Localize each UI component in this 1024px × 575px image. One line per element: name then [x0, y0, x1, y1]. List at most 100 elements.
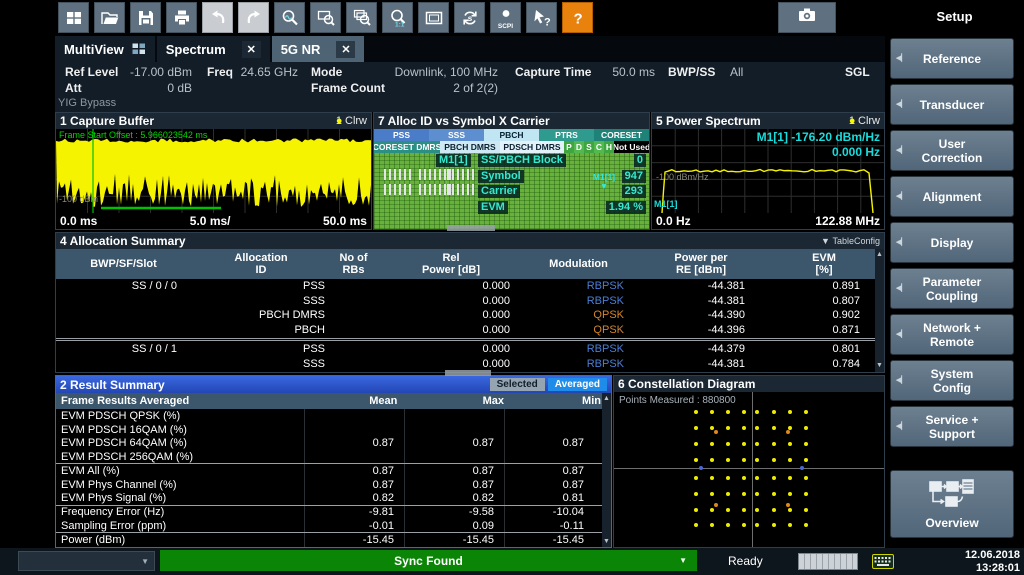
- windows-icon: [64, 8, 84, 28]
- result-row[interactable]: EVM PDSCH QPSK (%): [56, 409, 611, 423]
- overview-button[interactable]: Overview: [890, 470, 1014, 538]
- screenshot-button[interactable]: [778, 2, 836, 33]
- constellation-point: [714, 503, 718, 507]
- alloc-legend-row2: CORESET DMRSPBCH DMRSPDSCH DMRSPDSCHNot …: [374, 141, 649, 153]
- toolbar-sync-button[interactable]: s: [454, 2, 485, 33]
- alloc-row[interactable]: PBCH DMRS0.000QPSK-44.3900.902: [56, 308, 884, 323]
- alloc-map-grid[interactable]: M1[1]SS/PBCH Block0Symbol947Carrier293EV…: [374, 153, 649, 229]
- capture-time-value[interactable]: 50.0 ms: [600, 65, 655, 79]
- tab-spectrum[interactable]: Spectrum✕: [157, 36, 270, 62]
- softkey-label: Service +Support: [925, 413, 978, 441]
- v-scrollbar[interactable]: [602, 393, 611, 547]
- alloc-row[interactable]: SSS0.000RBPSK-44.3810.784: [56, 357, 884, 372]
- result-row[interactable]: EVM PDSCH 64QAM (%)0.870.870.87: [56, 437, 611, 451]
- zoom-selection-icon: [316, 8, 336, 28]
- freq-value[interactable]: 24.65 GHz: [233, 65, 298, 79]
- alloc-map-window[interactable]: 7 Alloc ID vs Symbol X Carrier PSSSSSPBC…: [373, 112, 650, 230]
- allocation-block: [447, 169, 476, 180]
- constellation-point: [772, 442, 776, 446]
- result-summary-title: 2 Result Summary SelectedAveraged: [56, 376, 611, 393]
- result-row[interactable]: Sampling Error (ppm)-0.010.09-0.11: [56, 519, 611, 533]
- h-scrollbar-thumb[interactable]: [447, 225, 495, 231]
- result-row[interactable]: EVM PDSCH 16QAM (%): [56, 423, 611, 437]
- result-row[interactable]: Frequency Error (Hz)-9.81-9.58-10.04: [56, 506, 611, 520]
- result-cell: 0.87: [304, 437, 404, 451]
- tab-multiview[interactable]: MultiView: [55, 36, 155, 62]
- constellation-point: [694, 410, 698, 414]
- softkey-display[interactable]: ◀▏Display: [890, 222, 1014, 263]
- h-scrollbar-thumb[interactable]: [445, 370, 491, 376]
- scroll-down-icon[interactable]: ▼: [875, 361, 884, 371]
- toolbar-zoom-selection-button[interactable]: [310, 2, 341, 33]
- marker-info-value: 947: [622, 170, 646, 183]
- toolbar-windows-button[interactable]: [58, 2, 89, 33]
- tab-5g-nr[interactable]: 5G NR✕: [272, 36, 365, 62]
- constellation-plot[interactable]: Points Measured : 880800: [614, 392, 884, 547]
- result-row[interactable]: EVM PDSCH 256QAM (%): [56, 450, 611, 464]
- constellation-window[interactable]: 6 Constellation Diagram Points Measured …: [613, 375, 885, 548]
- softkey-system-config[interactable]: ◀▏SystemConfig: [890, 360, 1014, 401]
- toolbar-display-frame-button[interactable]: [418, 2, 449, 33]
- ref-level-value[interactable]: -17.00 dBm: [125, 65, 192, 79]
- att-value[interactable]: 0 dB: [125, 81, 192, 95]
- status-dropdown[interactable]: ▼: [18, 551, 155, 571]
- alloc-row[interactable]: SS / 0 / 0PSS0.000RBPSK-44.3810.891: [56, 279, 884, 294]
- capture-buffer-plot[interactable]: Frame Start Offset : 5.966023542 ms -100…: [56, 129, 371, 213]
- alloc-row[interactable]: PBCH0.000QPSK-44.3960.871: [56, 323, 884, 338]
- result-row[interactable]: EVM Phys Signal (%)0.820.820.81: [56, 492, 611, 506]
- display-frame-icon: [424, 8, 444, 28]
- softkey-service-support[interactable]: ◀▏Service +Support: [890, 406, 1014, 447]
- toolbar-scpi-button[interactable]: SCPI: [490, 2, 521, 33]
- alloc-cell: 0.000: [376, 280, 526, 292]
- result-summary-window[interactable]: 2 Result Summary SelectedAveraged Frame …: [55, 375, 612, 548]
- sync-status-bar[interactable]: Sync Found ▼: [160, 550, 697, 571]
- constellation-point: [694, 492, 698, 496]
- marker-m1-flag[interactable]: M1[1]▼: [588, 173, 620, 191]
- toolbar-print-button[interactable]: [166, 2, 197, 33]
- capture-buffer-window[interactable]: 1 Capture Buffer ●1 Clrw Frame Start Off…: [55, 112, 372, 230]
- alloc-row[interactable]: SSS0.000RBPSK-44.3810.807: [56, 294, 884, 309]
- view-tab-averaged[interactable]: Averaged: [548, 378, 607, 391]
- power-spectrum-window[interactable]: 5 Power Spectrum ●1 Clrw M1[1] -176.20 d…: [651, 112, 885, 230]
- result-cell: -15.45: [304, 533, 404, 547]
- softkey-alignment[interactable]: ◀▏Alignment: [890, 176, 1014, 217]
- mode-value[interactable]: Downlink, 100 MHz: [355, 65, 498, 79]
- result-cell: EVM PDSCH 256QAM (%): [56, 450, 304, 463]
- tab-close-icon[interactable]: ✕: [336, 41, 355, 58]
- scroll-up-icon[interactable]: ▲: [602, 394, 611, 404]
- zoom-1-1-icon: 1:1: [388, 8, 408, 28]
- result-row[interactable]: Power (dBm)-15.45-15.45-15.45: [56, 533, 611, 547]
- frame-count-value[interactable]: 2 of 2(2): [355, 81, 498, 95]
- ready-status: Ready: [728, 554, 763, 568]
- bwp-ss-value[interactable]: All: [730, 65, 743, 79]
- softkey-reference[interactable]: ◀▏Reference: [890, 38, 1014, 79]
- keyboard-icon[interactable]: [872, 554, 894, 574]
- scroll-down-icon[interactable]: ▼: [602, 537, 611, 547]
- softkey-parameter-coupling[interactable]: ◀▏ParameterCoupling: [890, 268, 1014, 309]
- alloc-row[interactable]: SS / 0 / 1PSS0.000RBPSK-44.3790.801: [56, 342, 884, 357]
- v-scrollbar[interactable]: [875, 249, 884, 372]
- tab-close-icon[interactable]: ✕: [242, 41, 261, 58]
- toolbar-multi-zoom-button[interactable]: [346, 2, 377, 33]
- softkey-user-correction[interactable]: ◀▏UserCorrection: [890, 130, 1014, 171]
- scroll-up-icon[interactable]: ▲: [875, 250, 884, 260]
- view-tab-selected[interactable]: Selected: [490, 378, 545, 391]
- result-row[interactable]: EVM Phys Channel (%)0.870.870.87: [56, 478, 611, 492]
- result-cell: [404, 423, 504, 437]
- constellation-point: [755, 476, 759, 480]
- result-row[interactable]: EVM All (%)0.870.870.87: [56, 464, 611, 478]
- toolbar-zoom-1-1-button[interactable]: 1:1: [382, 2, 413, 33]
- table-config-button[interactable]: ▼ TableConfig: [821, 236, 880, 246]
- alloc-cell: PBCH DMRS: [191, 309, 331, 321]
- constellation-x-axis: [614, 468, 884, 469]
- power-spectrum-plot[interactable]: M1[1] -176.20 dBm/Hz 0.000 Hz -100 dBm/H…: [652, 129, 884, 213]
- softkey-network-remote[interactable]: ◀▏Network +Remote: [890, 314, 1014, 355]
- toolbar-help-pointer-button[interactable]: ?: [526, 2, 557, 33]
- toolbar-save-button[interactable]: [130, 2, 161, 33]
- allocation-summary-window[interactable]: 4 Allocation Summary ▼ TableConfig BWP/S…: [55, 232, 885, 373]
- constellation-point: [804, 410, 808, 414]
- softkey-transducer[interactable]: ◀▏Transducer: [890, 84, 1014, 125]
- toolbar-help-button[interactable]: ?: [562, 2, 593, 33]
- toolbar-zoom-signal-button[interactable]: [274, 2, 305, 33]
- toolbar-open-file-button[interactable]: [94, 2, 125, 33]
